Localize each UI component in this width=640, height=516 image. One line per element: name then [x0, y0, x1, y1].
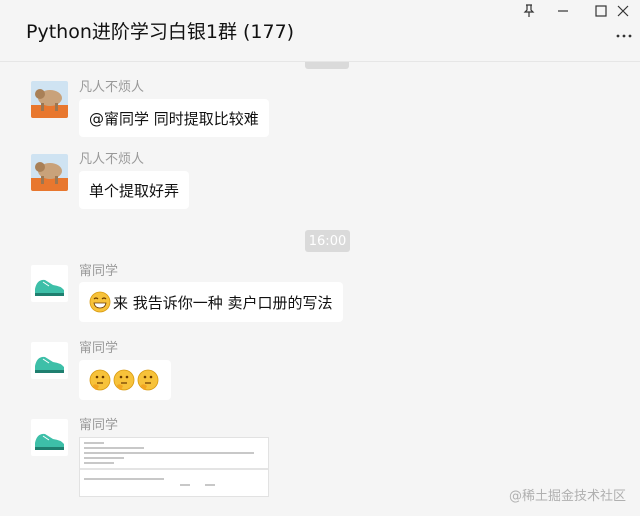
shoe-avatar[interactable] [31, 342, 68, 379]
sender-name: 凡人不烦人 [79, 152, 145, 167]
minimize-icon[interactable] [546, 0, 580, 22]
shoe-avatar[interactable] [31, 265, 68, 302]
shoe-avatar[interactable] [31, 419, 68, 456]
grin-emoji [89, 291, 111, 313]
thinking-emoji [137, 369, 159, 391]
more-icon[interactable] [614, 28, 634, 44]
sender-name: 凡人不烦人 [79, 80, 145, 95]
history-indicator [305, 62, 349, 69]
message-bubble[interactable]: 单个提取好弄 [79, 171, 190, 209]
sender-name: 甯同学 [79, 264, 119, 279]
thinking-emoji [113, 369, 135, 391]
thinking-emoji [89, 369, 111, 391]
chat-title: Python进阶学习白银1群 (177) [26, 21, 295, 43]
dog-avatar[interactable] [31, 81, 68, 118]
code-screenshot-attachment[interactable] [79, 437, 269, 497]
title-bar: Python进阶学习白银1群 (177) [0, 0, 640, 62]
sender-name: 甯同学 [79, 341, 119, 356]
dog-avatar[interactable] [31, 154, 68, 191]
message-text: 来 我告诉你一种 卖户口册的写法 [113, 293, 333, 312]
message-bubble[interactable]: 来 我告诉你一种 卖户口册的写法 [79, 282, 343, 322]
message-text: 单个提取好弄 [89, 181, 180, 200]
close-icon[interactable] [606, 0, 640, 22]
watermark: @稀土掘金技术社区 [508, 489, 626, 504]
message-text: @甯同学 同时提取比较难 [89, 109, 259, 128]
time-divider: 16:00 [305, 230, 350, 252]
pin-icon[interactable] [512, 0, 546, 22]
sender-name: 甯同学 [79, 418, 119, 433]
message-bubble[interactable]: @甯同学 同时提取比较难 [79, 99, 269, 137]
message-bubble[interactable] [79, 360, 171, 400]
